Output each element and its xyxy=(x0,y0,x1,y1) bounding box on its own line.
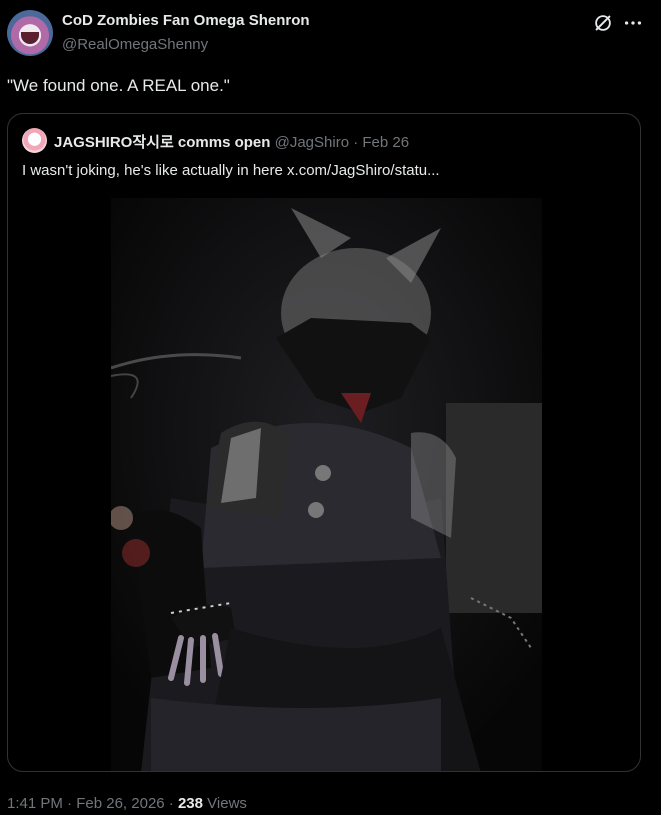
author-avatar[interactable] xyxy=(7,10,53,56)
tweet-time[interactable]: 1:41 PM xyxy=(7,795,63,812)
grok-icon[interactable] xyxy=(592,12,614,34)
quoted-tweet[interactable]: JAGSHIRO작시로 comms open @JagShiro · Feb 2… xyxy=(7,113,641,772)
quote-text: I wasn't joking, he's like actually in h… xyxy=(22,162,440,179)
quote-author-name[interactable]: JAGSHIRO작시로 comms open xyxy=(54,134,270,151)
tweet-header: CoD Zombies Fan Omega Shenron @RealOmega… xyxy=(0,0,661,70)
quote-date[interactable]: Feb 26 xyxy=(362,134,409,151)
views-label[interactable]: Views xyxy=(207,795,247,812)
quote-author-avatar[interactable] xyxy=(22,128,47,153)
photo-illustration xyxy=(111,198,542,771)
quote-separator: · xyxy=(353,134,359,151)
views-count[interactable]: 238 xyxy=(178,795,203,812)
quote-header: JAGSHIRO작시로 comms open @JagShiro · Feb 2… xyxy=(54,131,409,152)
tweet-footer: 1:41 PM · Feb 26, 2026 · 238 Views xyxy=(7,795,247,812)
more-options-icon[interactable] xyxy=(622,12,644,34)
tweet-date[interactable]: Feb 26, 2026 xyxy=(76,795,164,812)
author-display-name[interactable]: CoD Zombies Fan Omega Shenron xyxy=(62,12,310,29)
footer-separator: · xyxy=(67,795,73,812)
quote-author-handle[interactable]: @JagShiro xyxy=(275,134,349,151)
avatar-mouth xyxy=(21,32,39,44)
quote-media-photo[interactable] xyxy=(111,198,542,771)
tweet-text: "We found one. A REAL one." xyxy=(7,76,230,95)
footer-separator-2: · xyxy=(168,795,174,812)
author-handle[interactable]: @RealOmegaShenny xyxy=(62,36,208,53)
